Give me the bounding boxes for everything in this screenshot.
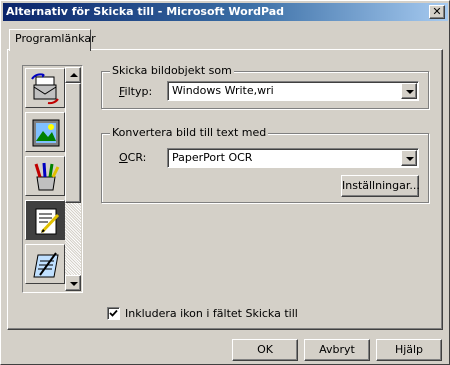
icon-item-picture[interactable]	[25, 112, 65, 152]
close-icon: ✕	[432, 5, 442, 18]
tab-programlankar[interactable]: Programlänkar	[9, 29, 96, 51]
chevron-down-icon	[406, 90, 414, 94]
scroll-down-button[interactable]	[65, 275, 81, 291]
send-document-icon	[31, 73, 59, 105]
settings-button-label: Inställningar...	[342, 179, 420, 192]
cancel-button[interactable]: Avbryt	[304, 339, 370, 361]
close-button[interactable]: ✕	[429, 5, 445, 19]
cancel-button-label: Avbryt	[319, 343, 355, 356]
title-bar[interactable]: Alternativ för Skicka till - Microsoft W…	[3, 3, 448, 21]
scroll-thumb[interactable]	[65, 83, 81, 203]
settings-button[interactable]: Inställningar...	[341, 175, 420, 197]
icon-list-scrollbar[interactable]	[65, 67, 81, 291]
ocr-label-rest: CR:	[127, 151, 147, 164]
file-type-label-rest: iltyp:	[124, 85, 153, 98]
tab-label: Programlänkar	[15, 32, 96, 45]
ocr-group-label: Konvertera bild till text med	[110, 126, 269, 139]
arrow-up-icon	[70, 73, 78, 77]
scroll-up-button[interactable]	[65, 67, 81, 83]
file-type-select[interactable]: Windows Write,wri	[167, 81, 419, 101]
icon-item-writepad[interactable]	[25, 244, 65, 284]
arrow-down-icon	[70, 282, 78, 286]
chevron-down-icon	[406, 157, 414, 161]
icon-item-notepad[interactable]	[25, 200, 65, 240]
send-image-group-label: Skicka bildobjekt som	[110, 64, 234, 77]
paint-brushes-icon	[34, 162, 60, 191]
include-icon-checkbox[interactable]	[107, 307, 120, 320]
file-type-label: Filtyp:	[119, 85, 153, 98]
file-type-dropdown-button[interactable]	[401, 83, 417, 99]
write-pad-icon	[33, 252, 59, 278]
ocr-label: OCR:	[119, 151, 147, 164]
picture-icon	[32, 119, 60, 147]
ok-button-label: OK	[257, 343, 273, 356]
checkmark-icon	[109, 309, 118, 317]
icon-item-paint[interactable]	[25, 156, 65, 196]
window-title: Alternativ för Skicka till - Microsoft W…	[6, 5, 285, 18]
help-button-label: Hjälp	[394, 343, 424, 356]
file-type-value: Windows Write,wri	[172, 84, 274, 97]
help-button[interactable]: Hjälp	[376, 339, 442, 361]
ocr-dropdown-button[interactable]	[401, 150, 417, 166]
notepad-pen-icon	[35, 208, 60, 235]
dialog-window: Alternativ för Skicka till - Microsoft W…	[0, 0, 450, 365]
ocr-select[interactable]: PaperPort OCR	[167, 148, 419, 168]
icon-item-send[interactable]	[25, 68, 65, 108]
ok-button[interactable]: OK	[232, 339, 298, 361]
include-icon-label[interactable]: Inkludera ikon i fältet Skicka till	[125, 307, 298, 320]
ocr-value: PaperPort OCR	[172, 151, 253, 164]
